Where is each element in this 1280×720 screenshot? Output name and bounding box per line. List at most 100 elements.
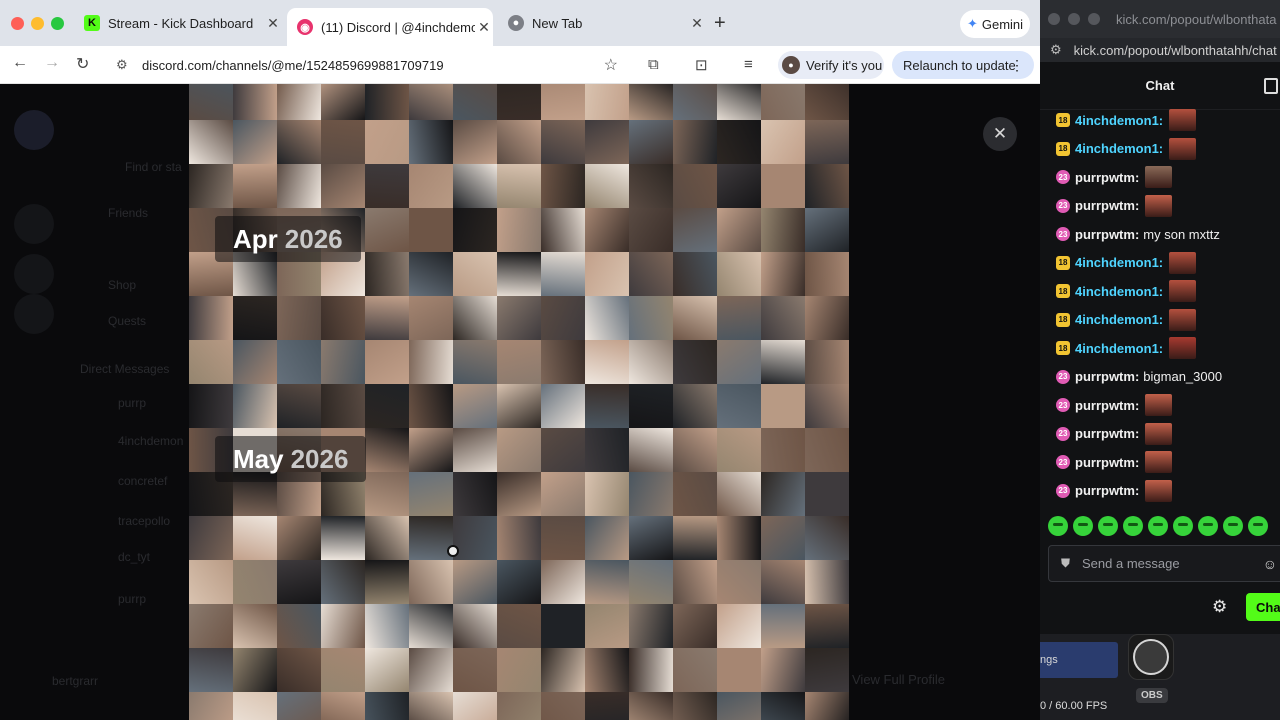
media-thumbnail[interactable] xyxy=(805,692,849,720)
quick-emote-icon[interactable] xyxy=(1048,516,1068,536)
media-thumbnail[interactable] xyxy=(761,516,805,560)
media-thumbnail[interactable] xyxy=(277,120,321,164)
media-thumbnail[interactable] xyxy=(761,472,805,516)
tab-close-icon[interactable]: ✕ xyxy=(688,15,706,32)
tab-new-tab[interactable]: ● New Tab ✕ xyxy=(500,8,706,38)
media-thumbnail[interactable] xyxy=(409,384,453,428)
bookmark-star-icon[interactable]: ☆ xyxy=(604,55,618,75)
media-thumbnail[interactable] xyxy=(497,516,541,560)
chat-username[interactable]: 4inchdemon1: xyxy=(1075,255,1163,270)
media-thumbnail[interactable] xyxy=(805,428,849,472)
media-thumbnail[interactable] xyxy=(453,296,497,340)
media-thumbnail[interactable] xyxy=(717,120,761,164)
media-thumbnail[interactable] xyxy=(673,560,717,604)
tab-kick-dashboard[interactable]: K Stream - Kick Dashboard ✕ xyxy=(78,8,282,38)
chat-emote-image[interactable] xyxy=(1145,166,1173,188)
users-icon[interactable] xyxy=(1264,78,1278,94)
media-thumbnail[interactable] xyxy=(409,208,453,252)
back-arrow-icon[interactable]: ← xyxy=(12,54,28,72)
media-thumbnail[interactable] xyxy=(673,120,717,164)
media-thumbnail[interactable] xyxy=(629,692,673,720)
media-thumbnail[interactable] xyxy=(321,560,365,604)
quick-emote-icon[interactable] xyxy=(1248,516,1268,536)
media-thumbnail[interactable] xyxy=(497,84,541,120)
media-thumbnail[interactable] xyxy=(189,340,233,384)
window-minimize-button[interactable] xyxy=(31,17,44,30)
relaunch-button[interactable]: Relaunch to update ⋮ xyxy=(892,51,1034,79)
chat-emote-image[interactable] xyxy=(1169,337,1197,359)
chat-username[interactable]: purrpwtm: xyxy=(1075,398,1139,413)
media-thumbnail[interactable] xyxy=(277,296,321,340)
media-thumbnail[interactable] xyxy=(761,648,805,692)
media-thumbnail[interactable] xyxy=(673,692,717,720)
media-thumbnail[interactable] xyxy=(453,516,497,560)
media-thumbnail[interactable] xyxy=(673,296,717,340)
media-thumbnail[interactable] xyxy=(365,472,409,516)
media-thumbnail[interactable] xyxy=(629,164,673,208)
media-thumbnail[interactable] xyxy=(541,120,585,164)
media-thumbnail[interactable] xyxy=(585,428,629,472)
media-thumbnail[interactable] xyxy=(365,692,409,720)
media-thumbnail[interactable] xyxy=(453,692,497,720)
media-controls-icon[interactable]: ≡ xyxy=(744,56,753,73)
media-thumbnail[interactable] xyxy=(541,560,585,604)
media-thumbnail[interactable] xyxy=(365,604,409,648)
chat-emote-image[interactable] xyxy=(1145,479,1173,502)
media-thumbnail[interactable] xyxy=(805,120,849,164)
media-thumbnail[interactable] xyxy=(717,428,761,472)
media-thumbnail[interactable] xyxy=(189,384,233,428)
media-thumbnail[interactable] xyxy=(629,560,673,604)
chat-username[interactable]: 4inchdemon1: xyxy=(1075,141,1163,156)
media-thumbnail[interactable] xyxy=(453,560,497,604)
media-thumbnail[interactable] xyxy=(629,120,673,164)
media-thumbnail[interactable] xyxy=(233,296,277,340)
media-thumbnail[interactable] xyxy=(321,692,365,720)
media-thumbnail[interactable] xyxy=(717,516,761,560)
chat-username[interactable]: 4inchdemon1: xyxy=(1075,113,1163,128)
chat-emote-image[interactable] xyxy=(1169,280,1197,302)
chat-username[interactable]: purrpwtm: xyxy=(1075,483,1139,498)
media-thumbnail[interactable] xyxy=(453,428,497,472)
chat-username[interactable]: purrpwtm: xyxy=(1075,170,1139,185)
chat-username[interactable]: purrpwtm: xyxy=(1075,455,1139,470)
media-thumbnail[interactable] xyxy=(233,560,277,604)
media-thumbnail[interactable] xyxy=(541,472,585,516)
media-thumbnail[interactable] xyxy=(497,692,541,720)
media-thumbnail[interactable] xyxy=(277,384,321,428)
media-thumbnail[interactable] xyxy=(541,84,585,120)
obs-app-icon[interactable] xyxy=(1128,634,1174,680)
media-thumbnail[interactable] xyxy=(541,296,585,340)
verify-identity-button[interactable]: ● Verify it's you xyxy=(778,51,884,79)
site-settings-icon[interactable]: ⚙ xyxy=(116,57,136,73)
media-thumbnail[interactable] xyxy=(585,384,629,428)
media-thumbnail[interactable] xyxy=(629,472,673,516)
media-thumbnail[interactable] xyxy=(761,84,805,120)
media-thumbnail[interactable] xyxy=(497,472,541,516)
media-thumbnail[interactable] xyxy=(541,384,585,428)
chat-emote-image[interactable] xyxy=(1145,451,1173,473)
emoji-picker-icon[interactable]: ☺ xyxy=(1263,556,1277,572)
media-thumbnail[interactable] xyxy=(673,208,717,252)
chat-emote-image[interactable] xyxy=(1169,109,1197,131)
media-thumbnail[interactable] xyxy=(585,692,629,720)
media-thumbnail[interactable] xyxy=(673,428,717,472)
media-thumbnail[interactable] xyxy=(629,384,673,428)
media-thumbnail[interactable] xyxy=(453,164,497,208)
media-thumbnail[interactable] xyxy=(365,120,409,164)
media-thumbnail[interactable] xyxy=(277,84,321,120)
media-thumbnail[interactable] xyxy=(453,384,497,428)
media-thumbnail[interactable] xyxy=(497,428,541,472)
media-thumbnail[interactable] xyxy=(717,340,761,384)
media-thumbnail[interactable] xyxy=(541,164,585,208)
media-thumbnail[interactable] xyxy=(497,208,541,252)
quick-emote-icon[interactable] xyxy=(1098,516,1118,536)
media-thumbnail[interactable] xyxy=(541,428,585,472)
window-minimize-button[interactable] xyxy=(1068,13,1080,25)
media-thumbnail[interactable] xyxy=(189,692,233,720)
media-thumbnail[interactable] xyxy=(453,604,497,648)
media-thumbnail[interactable] xyxy=(761,384,805,428)
quick-emote-icon[interactable] xyxy=(1073,516,1093,536)
media-thumbnail[interactable] xyxy=(585,252,629,296)
chat-username[interactable]: 4inchdemon1: xyxy=(1075,284,1163,299)
media-thumbnail[interactable] xyxy=(805,472,849,516)
